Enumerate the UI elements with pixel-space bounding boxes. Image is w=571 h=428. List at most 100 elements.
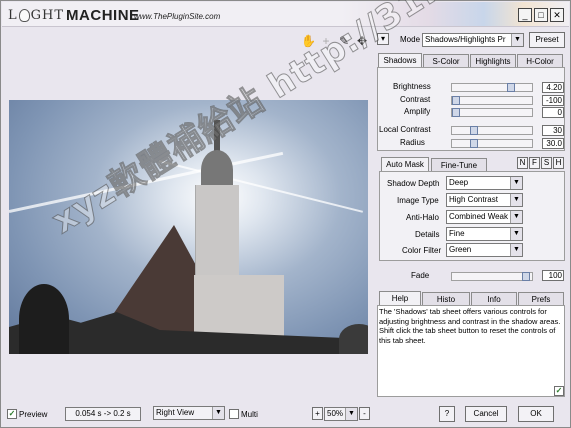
title-bar: L GHT MACHINE www.ThePluginSite.com _ □ … — [2, 2, 569, 27]
local-contrast-value[interactable]: 30 — [542, 125, 564, 136]
help-checkbox[interactable]: ✓ — [554, 386, 564, 396]
details-select[interactable]: Fine ▼ — [446, 227, 523, 241]
bulb-icon — [18, 8, 30, 22]
multi-label: Multi — [241, 410, 258, 419]
tree — [339, 324, 368, 354]
logo-prefix: L — [8, 7, 18, 23]
slider-thumb[interactable] — [507, 83, 515, 92]
eyedropper-tool-icon[interactable]: ✎ — [337, 34, 351, 48]
collapse-button[interactable]: ▾ — [377, 33, 389, 45]
slider-label: Brightness — [393, 82, 431, 91]
color-filter-select[interactable]: Green ▼ — [446, 243, 523, 257]
chevron-down-icon: ▼ — [510, 244, 522, 256]
brightness-value[interactable]: 4.20 — [542, 82, 564, 93]
view-select[interactable]: Right View ▼ — [153, 406, 225, 420]
radius-value[interactable]: 30.0 — [542, 138, 564, 149]
tree — [19, 284, 69, 354]
ok-button[interactable]: OK — [518, 406, 554, 422]
slider-label: Local Contrast — [379, 125, 431, 134]
minimize-button[interactable]: _ — [518, 8, 532, 22]
slider-thumb[interactable] — [522, 272, 530, 281]
amplify-value[interactable]: 0 — [542, 107, 564, 118]
mode-label: Mode — [400, 35, 421, 44]
s-button[interactable]: S — [541, 157, 552, 169]
slider-thumb[interactable] — [452, 96, 460, 105]
logo-main: MACHINE — [66, 6, 140, 24]
help-text: The 'Shadows' tab sheet offers various c… — [379, 307, 561, 345]
field-label: Shadow Depth — [387, 179, 440, 188]
tab-h-color[interactable]: H-Color — [517, 54, 563, 68]
slider-thumb[interactable] — [470, 139, 478, 148]
field-label: Image Type — [397, 196, 439, 205]
site-url: www.ThePluginSite.com — [134, 12, 221, 21]
zoom-in-button[interactable]: + — [312, 407, 323, 420]
mode-value: Shadows/Highlights Pr — [425, 35, 506, 44]
tab-histo[interactable]: Histo — [422, 292, 470, 306]
tab-shadows[interactable]: Shadows — [378, 53, 422, 68]
chevron-down-icon: ▼ — [510, 228, 522, 240]
field-label: Details — [415, 230, 440, 239]
hand-tool-icon[interactable]: ✋ — [301, 34, 316, 48]
fade-slider[interactable] — [451, 272, 533, 281]
chevron-down-icon: ▼ — [511, 34, 523, 46]
slider-thumb[interactable] — [470, 126, 478, 135]
anti-halo-select[interactable]: Combined Weak ▼ — [446, 210, 523, 224]
preset-button[interactable]: Preset — [529, 32, 565, 48]
field-label: Anti-Halo — [406, 213, 439, 222]
maximize-button[interactable]: □ — [534, 8, 548, 22]
contrast-slider[interactable] — [451, 96, 533, 105]
fade-value[interactable]: 100 — [542, 270, 564, 281]
n-button[interactable]: N — [517, 157, 528, 169]
chevron-down-icon: ▼ — [510, 194, 522, 206]
zoom-select[interactable]: 50% ▼ — [324, 407, 358, 421]
tab-s-color[interactable]: S-Color — [423, 54, 469, 68]
chevron-down-icon: ▼ — [212, 407, 224, 419]
h-button[interactable]: H — [553, 157, 564, 169]
help-button[interactable]: ? — [439, 406, 455, 422]
select-value: High Contrast — [449, 195, 498, 204]
tab-highlights[interactable]: Highlights — [470, 54, 516, 68]
app-window: L GHT MACHINE www.ThePluginSite.com _ □ … — [0, 0, 571, 428]
multi-checkbox[interactable] — [229, 409, 239, 419]
radius-slider[interactable] — [451, 139, 533, 148]
select-value: Combined Weak — [449, 212, 508, 221]
cancel-button[interactable]: Cancel — [465, 406, 507, 422]
crosshair-tool-icon[interactable]: + — [319, 34, 333, 48]
zoom-out-button[interactable]: - — [359, 407, 370, 420]
slider-label: Contrast — [400, 95, 431, 104]
tool-row: ✋ + ✎ ✥ — [301, 34, 369, 48]
logo-middle: GHT — [30, 7, 65, 23]
tower-dome — [201, 150, 233, 190]
chevron-down-icon: ▼ — [510, 211, 522, 223]
select-value: 50% — [327, 409, 344, 418]
slider-label: Radius — [400, 138, 425, 147]
tab-prefs[interactable]: Prefs — [518, 292, 564, 306]
amplify-slider[interactable] — [451, 108, 533, 117]
app-logo: L GHT MACHINE — [8, 6, 140, 24]
select-value: Right View — [156, 408, 195, 417]
church-spire — [214, 120, 220, 152]
tab-info[interactable]: Info — [471, 292, 517, 306]
chevron-down-icon: ▼ — [345, 408, 357, 420]
contrast-value[interactable]: -100 — [542, 95, 564, 106]
field-label: Color Filter — [402, 246, 442, 255]
tab-help[interactable]: Help — [379, 291, 421, 306]
chevron-down-icon: ▼ — [510, 177, 522, 189]
local-contrast-slider[interactable] — [451, 126, 533, 135]
fade-label: Fade — [411, 271, 430, 280]
mode-select[interactable]: Shadows/Highlights Pr ▼ — [422, 33, 524, 47]
timing-readout: 0.054 s -> 0.2 s — [65, 407, 141, 421]
slider-thumb[interactable] — [452, 108, 460, 117]
image-type-select[interactable]: High Contrast ▼ — [446, 193, 523, 207]
preview-image[interactable] — [9, 100, 368, 354]
f-button[interactable]: F — [529, 157, 540, 169]
brightness-slider[interactable] — [451, 83, 533, 92]
close-button[interactable]: ✕ — [550, 8, 564, 22]
shadow-depth-select[interactable]: Deep ▼ — [446, 176, 523, 190]
select-value: Green — [449, 245, 472, 254]
preview-checkbox[interactable]: ✓ — [7, 409, 17, 419]
tab-auto-mask[interactable]: Auto Mask — [381, 157, 429, 172]
select-value: Deep — [449, 178, 469, 187]
move-tool-icon[interactable]: ✥ — [355, 34, 369, 48]
tab-fine-tune[interactable]: Fine-Tune — [431, 158, 487, 172]
